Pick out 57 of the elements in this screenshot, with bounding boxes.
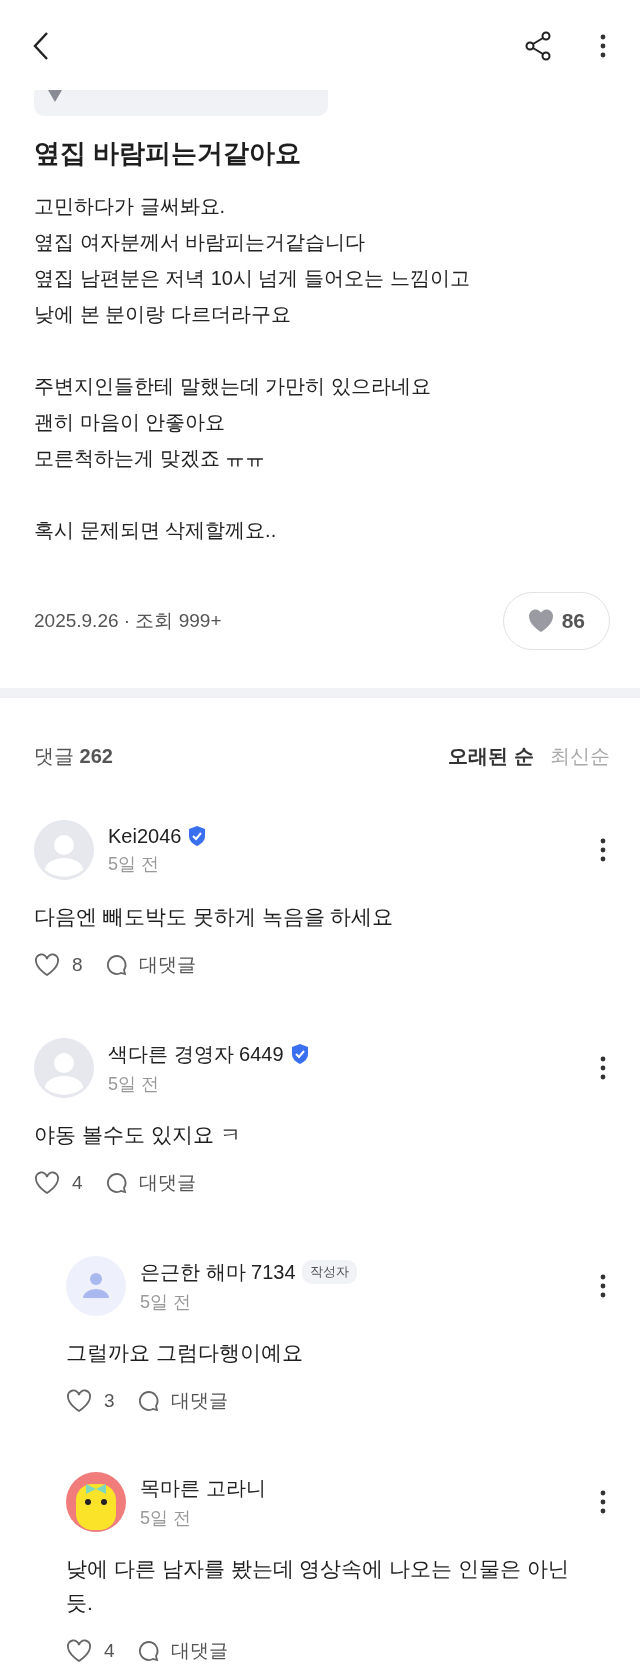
like-button[interactable]	[34, 1171, 60, 1195]
author-name: 은근한 해마 7134	[140, 1259, 296, 1285]
comment-icon	[104, 1171, 129, 1195]
reply-button[interactable]: 대댓글	[104, 952, 196, 978]
comment-time: 5일 전	[140, 1506, 192, 1530]
avatar-icon	[34, 820, 94, 880]
like-button[interactable]	[66, 1639, 92, 1663]
comment-text: 다음엔 빼도박도 못하게 녹음을 하세요	[34, 904, 395, 930]
comment-text: 낮에 다른 남자를 봤는데 영상속에 나오는 인물은 아닌듯.	[66, 1556, 570, 1616]
author-name: 목마른 고라니	[140, 1475, 266, 1501]
comment-text: 그럴까요 그럼다행이예요	[66, 1340, 304, 1366]
heart-icon	[66, 1389, 92, 1413]
sort-option[interactable]: 오래된 순	[432, 742, 534, 770]
author-name: Kei2046	[108, 824, 182, 848]
like-button[interactable]: 86	[502, 592, 610, 650]
more-icon[interactable]	[600, 1056, 606, 1080]
more-icon[interactable]	[600, 34, 606, 58]
reply-button[interactable]: 대댓글	[136, 1388, 228, 1414]
heart-icon	[66, 1639, 92, 1663]
post-text: 고민하다가 글써봐요.	[34, 194, 227, 219]
post-title: 옆집 바람피는거같아요	[34, 137, 303, 170]
heart-icon	[34, 1171, 60, 1195]
avatar-icon	[34, 1038, 94, 1098]
triangle-icon	[48, 90, 62, 102]
comment-count: 댓글 262	[34, 743, 114, 769]
comment-text: 야동 볼수도 있지요 ㅋ	[34, 1122, 242, 1148]
reply-button[interactable]: 대댓글	[104, 1170, 196, 1196]
like-count: 3	[104, 1390, 115, 1412]
avatar-icon	[66, 1472, 126, 1532]
like-button[interactable]	[34, 953, 60, 977]
more-icon[interactable]	[600, 1490, 606, 1514]
like-button[interactable]	[66, 1389, 92, 1413]
post-text: 옆집 남편분은 저녁 10시 넘게 들어오는 느낌이고	[34, 266, 471, 291]
heart-icon	[34, 953, 60, 977]
post-text: 주변지인들한테 말했는데 가만히 있으라네요	[34, 374, 432, 399]
reply-button[interactable]: 대댓글	[136, 1638, 228, 1664]
post-text: 낮에 본 분이랑 다르더라구요	[34, 302, 292, 327]
comment-icon	[136, 1639, 161, 1663]
like-count: 8	[72, 954, 83, 976]
comment-time: 5일 전	[108, 1072, 160, 1096]
comment-icon	[136, 1389, 161, 1413]
author-badge: 작성자	[301, 1260, 357, 1284]
like-count: 4	[72, 1172, 83, 1194]
post-meta: 2025.9.26 · 조회 999+	[34, 609, 223, 633]
post-text: 옆집 여자분께서 바람피는거같습니다	[34, 230, 367, 255]
avatar-icon	[66, 1256, 126, 1316]
comment-time: 5일 전	[140, 1290, 192, 1314]
comment-icon	[104, 953, 129, 977]
heart-icon	[527, 609, 554, 633]
author-name: 색다른 경영자 6449	[108, 1041, 284, 1067]
like-count: 4	[104, 1640, 115, 1662]
post-text: 모른척하는게 맞겠죠 ㅠㅠ	[34, 446, 267, 471]
post-text: 혹시 문제되면 삭제할께요..	[34, 518, 278, 543]
comment-time: 5일 전	[108, 852, 160, 876]
post-text: 괜히 마음이 안좋아요	[34, 410, 227, 435]
more-icon[interactable]	[600, 838, 606, 862]
more-icon[interactable]	[600, 1274, 606, 1298]
